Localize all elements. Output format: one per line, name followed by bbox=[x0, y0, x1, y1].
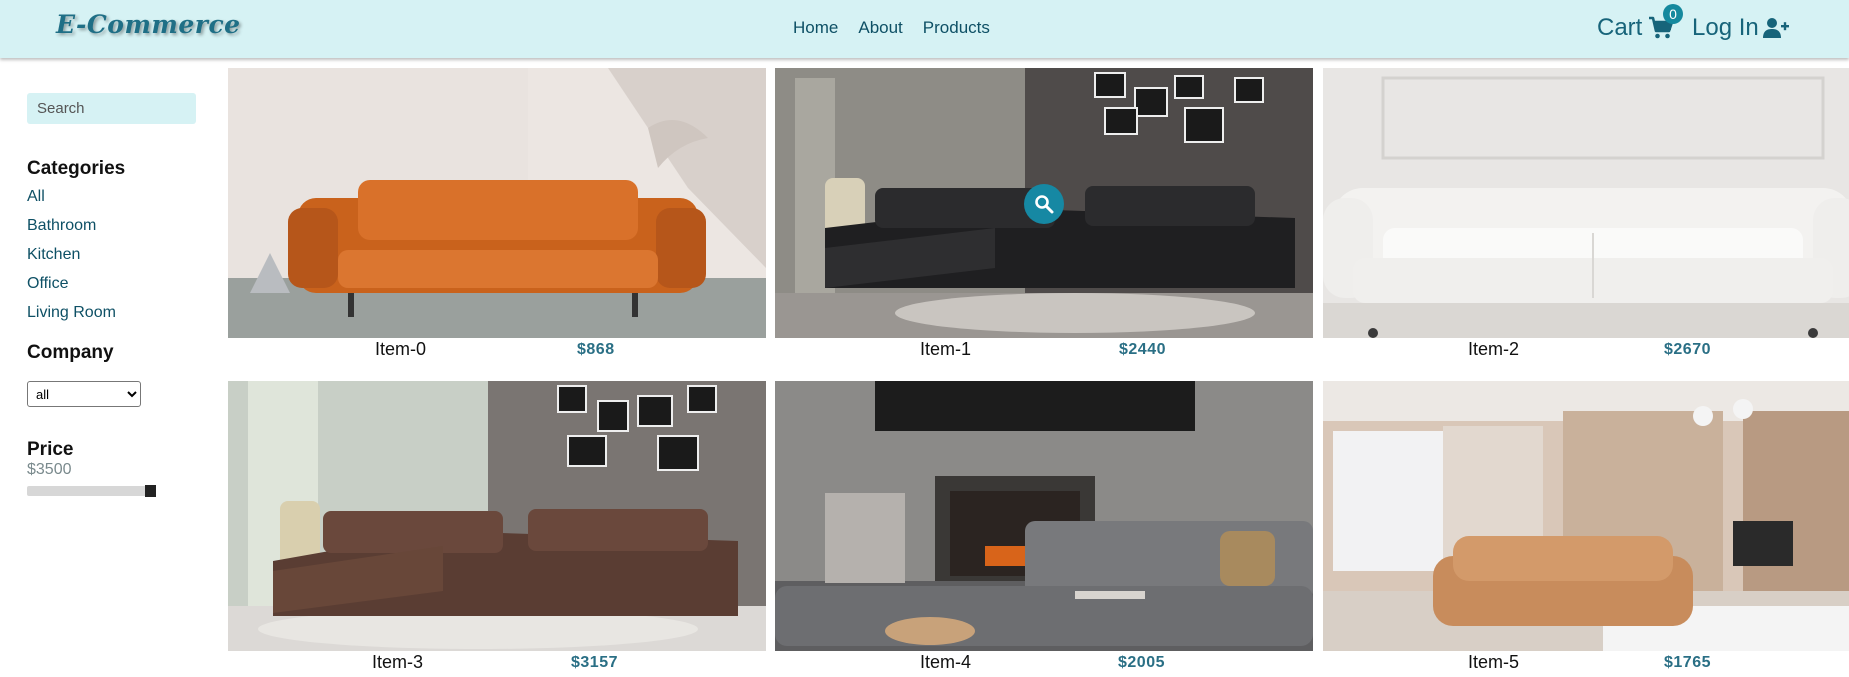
login-button[interactable]: Log In bbox=[1692, 14, 1789, 42]
product-image[interactable] bbox=[228, 381, 766, 651]
nav-products-link[interactable]: Products bbox=[923, 18, 990, 38]
product-card[interactable]: Item-1 $2440 bbox=[775, 68, 1313, 362]
product-card[interactable]: Item-0 $868 bbox=[228, 68, 766, 362]
product-price: $2670 bbox=[1664, 341, 1711, 358]
product-name: Item-3 bbox=[372, 652, 424, 672]
company-title: Company bbox=[27, 342, 114, 363]
category-all[interactable]: All bbox=[27, 188, 116, 217]
product-image[interactable] bbox=[1323, 381, 1849, 651]
product-info: Item-2 $2670 bbox=[1323, 338, 1849, 362]
category-office[interactable]: Office bbox=[27, 275, 116, 304]
filters-sidebar: Categories All Bathroom Kitchen Office L… bbox=[27, 93, 202, 497]
nav-links: Home About Products bbox=[793, 18, 990, 38]
cart-button[interactable]: Cart bbox=[1597, 14, 1674, 42]
product-name: Item-0 bbox=[375, 339, 427, 359]
login-label: Log In bbox=[1692, 14, 1759, 41]
product-price: $2005 bbox=[1118, 654, 1165, 671]
cart-label: Cart bbox=[1597, 14, 1643, 41]
search-icon bbox=[1035, 195, 1054, 214]
product-name: Item-1 bbox=[920, 339, 972, 359]
price-slider[interactable] bbox=[27, 485, 156, 497]
product-name: Item-2 bbox=[1468, 339, 1520, 359]
categories-title: Categories bbox=[27, 158, 126, 179]
category-living-room[interactable]: Living Room bbox=[27, 304, 116, 333]
product-price: $1765 bbox=[1664, 654, 1711, 671]
product-info: Item-3 $3157 bbox=[228, 651, 766, 675]
category-kitchen[interactable]: Kitchen bbox=[27, 246, 116, 275]
product-image[interactable] bbox=[775, 381, 1313, 651]
product-image[interactable] bbox=[228, 68, 766, 338]
logo[interactable]: E-Commerce bbox=[56, 10, 241, 39]
cart-count-badge: 0 bbox=[1663, 4, 1683, 24]
nav-about-link[interactable]: About bbox=[858, 18, 902, 38]
zoom-button[interactable] bbox=[1024, 184, 1064, 224]
product-card[interactable]: Item-5 $1765 bbox=[1323, 381, 1849, 675]
product-card[interactable]: Item-4 $2005 bbox=[775, 381, 1313, 675]
price-title: Price bbox=[27, 439, 74, 460]
product-card[interactable]: Item-3 $3157 bbox=[228, 381, 766, 675]
search-input[interactable] bbox=[27, 93, 196, 124]
product-info: Item-5 $1765 bbox=[1323, 651, 1849, 675]
product-card[interactable]: Item-2 $2670 bbox=[1323, 68, 1849, 362]
product-price: $868 bbox=[577, 341, 615, 358]
category-bathroom[interactable]: Bathroom bbox=[27, 217, 116, 246]
product-name: Item-4 bbox=[920, 652, 972, 672]
product-info: Item-1 $2440 bbox=[775, 338, 1313, 362]
price-slider-thumb[interactable] bbox=[145, 485, 156, 497]
product-image[interactable] bbox=[1323, 68, 1849, 338]
price-value: $3500 bbox=[27, 461, 72, 478]
product-price: $3157 bbox=[571, 654, 618, 671]
nav-home-link[interactable]: Home bbox=[793, 18, 838, 38]
product-name: Item-5 bbox=[1468, 652, 1520, 672]
navbar: E-Commerce Home About Products Cart 0 Lo… bbox=[0, 0, 1849, 58]
product-info: Item-0 $868 bbox=[228, 338, 766, 362]
product-info: Item-4 $2005 bbox=[775, 651, 1313, 675]
company-select[interactable]: all bbox=[27, 381, 141, 407]
categories-list: All Bathroom Kitchen Office Living Room bbox=[27, 188, 116, 333]
user-plus-icon bbox=[1762, 18, 1789, 38]
product-price: $2440 bbox=[1119, 341, 1166, 358]
product-image[interactable] bbox=[775, 68, 1313, 338]
